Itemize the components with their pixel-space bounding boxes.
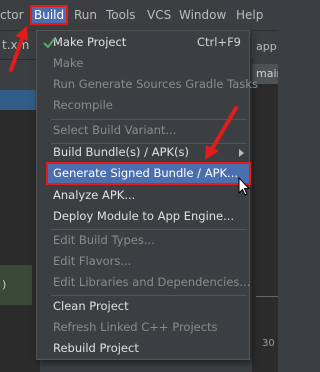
divider — [256, 296, 278, 297]
menu-item-generate-signed-bundle-apk[interactable]: Generate Signed Bundle / APK... — [46, 162, 251, 185]
menu-item-analyze-apk[interactable]: Analyze APK... — [48, 185, 249, 206]
menu-item-clean-project[interactable]: Clean Project — [48, 296, 249, 317]
editor-left-panel — [0, 110, 40, 372]
menu-window[interactable]: Window — [179, 6, 226, 24]
menu-vcs[interactable]: VCS — [147, 6, 171, 24]
line-number: 30 — [262, 338, 275, 349]
menu-run[interactable]: Run — [74, 6, 97, 24]
menu-build[interactable]: Build — [30, 5, 69, 25]
menu-item-make[interactable]: Make — [48, 53, 249, 74]
chevron-right-icon — [239, 149, 244, 157]
build-menu-dropdown: Make Project Ctrl+F9 Make Run Generate S… — [36, 30, 258, 360]
menu-item-build-bundles-apks[interactable]: Build Bundle(s) / APK(s) — [48, 142, 249, 163]
editor-file-tab[interactable]: t.xm — [0, 31, 40, 60]
menu-refactor[interactable]: ctor — [0, 6, 24, 24]
project-tree-selection — [0, 90, 38, 110]
menu-item-rebuild-project[interactable]: Rebuild Project — [48, 338, 249, 359]
menu-help[interactable]: Help — [236, 6, 263, 24]
menu-item-recompile[interactable]: Recompile — [48, 95, 249, 116]
menu-item-edit-flavors[interactable]: Edit Flavors... — [48, 251, 249, 272]
make-project-hammer-icon — [43, 37, 56, 49]
editor-highlight-line: ) — [0, 265, 32, 305]
menu-item-edit-build-types[interactable]: Edit Build Types... — [48, 230, 249, 251]
app-module-tab[interactable]: app — [252, 36, 278, 58]
menu-item-edit-libraries[interactable]: Edit Libraries and Dependencies... — [48, 272, 250, 293]
right-panel — [252, 84, 278, 372]
menu-item-make-project[interactable]: Make Project Ctrl+F9 — [48, 32, 249, 53]
mouse-pointer-icon — [238, 177, 250, 196]
menu-item-run-generate-sources[interactable]: Run Generate Sources Gradle Tasks — [48, 74, 258, 95]
menu-tools[interactable]: Tools — [106, 6, 136, 24]
main-menu-bar: ctor Build Run Tools VCS Window Help — [0, 0, 278, 31]
ide-screenshot: t.xm ) app main 30 ctor Build Run Tools … — [0, 0, 278, 372]
menu-item-refresh-linked-cpp[interactable]: Refresh Linked C++ Projects — [48, 317, 249, 338]
menu-item-select-build-variant[interactable]: Select Build Variant... — [48, 120, 249, 141]
menu-item-deploy-module[interactable]: Deploy Module to App Engine... — [48, 206, 249, 227]
menu-icon-gutter — [37, 31, 48, 359]
